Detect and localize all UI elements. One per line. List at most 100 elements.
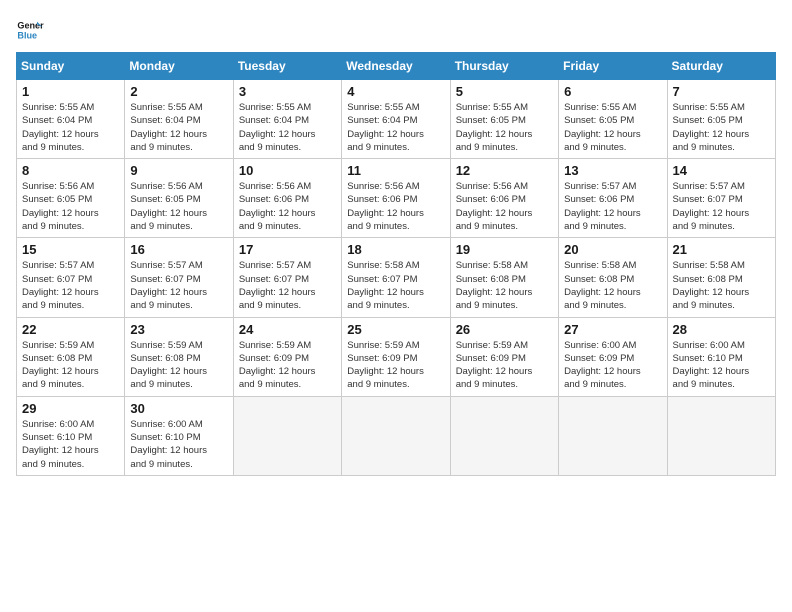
day-info: Sunrise: 6:00 AM Sunset: 6:10 PM Dayligh…	[130, 418, 227, 471]
calendar-cell: 5 Sunrise: 5:55 AM Sunset: 6:05 PM Daylig…	[450, 80, 558, 159]
day-info: Sunrise: 5:59 AM Sunset: 6:09 PM Dayligh…	[239, 339, 336, 392]
day-number: 4	[347, 84, 444, 99]
calendar-cell: 16 Sunrise: 5:57 AM Sunset: 6:07 PM Dayli…	[125, 238, 233, 317]
calendar-cell: 21Sunrise: 5:58 AM Sunset: 6:08 PM Dayli…	[667, 238, 775, 317]
day-number: 15	[22, 242, 119, 257]
calendar-cell: 26Sunrise: 5:59 AM Sunset: 6:09 PM Dayli…	[450, 317, 558, 396]
day-info: Sunrise: 5:59 AM Sunset: 6:08 PM Dayligh…	[22, 339, 119, 392]
day-number: 11	[347, 163, 444, 178]
day-info: Sunrise: 5:57 AM Sunset: 6:07 PM Dayligh…	[130, 259, 227, 312]
calendar-cell	[667, 396, 775, 475]
calendar-cell: 27 Sunrise: 6:00 AM Sunset: 6:09 PM Dayli…	[559, 317, 667, 396]
day-number: 30	[130, 401, 227, 416]
day-info: Sunrise: 5:58 AM Sunset: 6:08 PM Dayligh…	[456, 259, 553, 312]
day-of-week-header: Tuesday	[233, 53, 341, 80]
calendar-cell: 25 Sunrise: 5:59 AM Sunset: 6:09 PM Dayli…	[342, 317, 450, 396]
calendar-cell: 8 Sunrise: 5:56 AM Sunset: 6:05 PM Daylig…	[17, 159, 125, 238]
calendar-cell: 23 Sunrise: 5:59 AM Sunset: 6:08 PM Dayli…	[125, 317, 233, 396]
day-info: Sunrise: 5:57 AM Sunset: 6:07 PM Dayligh…	[239, 259, 336, 312]
day-number: 6	[564, 84, 661, 99]
day-info: Sunrise: 5:55 AM Sunset: 6:04 PM Dayligh…	[239, 101, 336, 154]
day-number: 27	[564, 322, 661, 337]
day-info: Sunrise: 5:59 AM Sunset: 6:08 PM Dayligh…	[130, 339, 227, 392]
calendar-cell: 29 Sunrise: 6:00 AM Sunset: 6:10 PM Dayli…	[17, 396, 125, 475]
calendar-week-row: 29 Sunrise: 6:00 AM Sunset: 6:10 PM Dayli…	[17, 396, 776, 475]
day-number: 5	[456, 84, 553, 99]
day-number: 20	[564, 242, 661, 257]
calendar-cell	[233, 396, 341, 475]
day-number: 29	[22, 401, 119, 416]
calendar-cell: 20 Sunrise: 5:58 AM Sunset: 6:08 PM Dayli…	[559, 238, 667, 317]
header: General Blue	[16, 16, 776, 44]
calendar-cell: 28 Sunrise: 6:00 AM Sunset: 6:10 PM Dayli…	[667, 317, 775, 396]
day-number: 9	[130, 163, 227, 178]
day-info: Sunrise: 5:59 AM Sunset: 6:09 PM Dayligh…	[456, 339, 553, 392]
day-number: 10	[239, 163, 336, 178]
calendar-cell: 12 Sunrise: 5:56 AM Sunset: 6:06 PM Dayli…	[450, 159, 558, 238]
day-number: 7	[673, 84, 770, 99]
day-number: 8	[22, 163, 119, 178]
day-info: Sunrise: 5:55 AM Sunset: 6:05 PM Dayligh…	[564, 101, 661, 154]
svg-text:Blue: Blue	[17, 30, 37, 40]
day-info: Sunrise: 5:56 AM Sunset: 6:06 PM Dayligh…	[239, 180, 336, 233]
day-number: 14	[673, 163, 770, 178]
day-info: Sunrise: 6:00 AM Sunset: 6:10 PM Dayligh…	[22, 418, 119, 471]
day-number: 12	[456, 163, 553, 178]
day-number: 13	[564, 163, 661, 178]
calendar-cell: 3Sunrise: 5:55 AM Sunset: 6:04 PM Daylig…	[233, 80, 341, 159]
day-info: Sunrise: 5:56 AM Sunset: 6:06 PM Dayligh…	[456, 180, 553, 233]
day-info: Sunrise: 5:55 AM Sunset: 6:05 PM Dayligh…	[673, 101, 770, 154]
calendar-cell: 11 Sunrise: 5:56 AM Sunset: 6:06 PM Dayli…	[342, 159, 450, 238]
day-number: 25	[347, 322, 444, 337]
calendar-cell: 19 Sunrise: 5:58 AM Sunset: 6:08 PM Dayli…	[450, 238, 558, 317]
day-number: 21	[673, 242, 770, 257]
day-of-week-header: Thursday	[450, 53, 558, 80]
day-of-week-header: Sunday	[17, 53, 125, 80]
day-number: 18	[347, 242, 444, 257]
calendar-week-row: 8 Sunrise: 5:56 AM Sunset: 6:05 PM Daylig…	[17, 159, 776, 238]
calendar-cell	[342, 396, 450, 475]
calendar-cell: 7 Sunrise: 5:55 AM Sunset: 6:05 PM Daylig…	[667, 80, 775, 159]
day-info: Sunrise: 5:58 AM Sunset: 6:08 PM Dayligh…	[564, 259, 661, 312]
calendar: SundayMondayTuesdayWednesdayThursdayFrid…	[16, 52, 776, 476]
day-of-week-header: Wednesday	[342, 53, 450, 80]
calendar-week-row: 1 Sunrise: 5:55 AM Sunset: 6:04 PM Daylig…	[17, 80, 776, 159]
day-number: 28	[673, 322, 770, 337]
day-number: 19	[456, 242, 553, 257]
day-number: 1	[22, 84, 119, 99]
day-of-week-header: Saturday	[667, 53, 775, 80]
day-info: Sunrise: 5:57 AM Sunset: 6:06 PM Dayligh…	[564, 180, 661, 233]
calendar-cell: 4 Sunrise: 5:55 AM Sunset: 6:04 PM Daylig…	[342, 80, 450, 159]
day-info: Sunrise: 6:00 AM Sunset: 6:10 PM Dayligh…	[673, 339, 770, 392]
calendar-cell: 14 Sunrise: 5:57 AM Sunset: 6:07 PM Dayli…	[667, 159, 775, 238]
calendar-cell: 10 Sunrise: 5:56 AM Sunset: 6:06 PM Dayli…	[233, 159, 341, 238]
logo: General Blue	[16, 16, 44, 44]
day-number: 23	[130, 322, 227, 337]
calendar-header-row: SundayMondayTuesdayWednesdayThursdayFrid…	[17, 53, 776, 80]
day-info: Sunrise: 5:59 AM Sunset: 6:09 PM Dayligh…	[347, 339, 444, 392]
calendar-cell: 22 Sunrise: 5:59 AM Sunset: 6:08 PM Dayli…	[17, 317, 125, 396]
day-info: Sunrise: 5:57 AM Sunset: 6:07 PM Dayligh…	[22, 259, 119, 312]
calendar-week-row: 15 Sunrise: 5:57 AM Sunset: 6:07 PM Dayli…	[17, 238, 776, 317]
day-number: 16	[130, 242, 227, 257]
day-info: Sunrise: 5:55 AM Sunset: 6:05 PM Dayligh…	[456, 101, 553, 154]
day-info: Sunrise: 5:56 AM Sunset: 6:06 PM Dayligh…	[347, 180, 444, 233]
day-info: Sunrise: 5:56 AM Sunset: 6:05 PM Dayligh…	[130, 180, 227, 233]
logo-icon: General Blue	[16, 16, 44, 44]
day-of-week-header: Friday	[559, 53, 667, 80]
day-number: 2	[130, 84, 227, 99]
calendar-cell: 30 Sunrise: 6:00 AM Sunset: 6:10 PM Dayli…	[125, 396, 233, 475]
day-info: Sunrise: 5:57 AM Sunset: 6:07 PM Dayligh…	[673, 180, 770, 233]
calendar-cell: 6 Sunrise: 5:55 AM Sunset: 6:05 PM Daylig…	[559, 80, 667, 159]
day-info: Sunrise: 5:55 AM Sunset: 6:04 PM Dayligh…	[347, 101, 444, 154]
calendar-cell: 15 Sunrise: 5:57 AM Sunset: 6:07 PM Dayli…	[17, 238, 125, 317]
day-of-week-header: Monday	[125, 53, 233, 80]
calendar-cell: 17Sunrise: 5:57 AM Sunset: 6:07 PM Dayli…	[233, 238, 341, 317]
calendar-cell: 18Sunrise: 5:58 AM Sunset: 6:07 PM Dayli…	[342, 238, 450, 317]
day-info: Sunrise: 6:00 AM Sunset: 6:09 PM Dayligh…	[564, 339, 661, 392]
day-info: Sunrise: 5:55 AM Sunset: 6:04 PM Dayligh…	[22, 101, 119, 154]
day-info: Sunrise: 5:56 AM Sunset: 6:05 PM Dayligh…	[22, 180, 119, 233]
calendar-cell: 24Sunrise: 5:59 AM Sunset: 6:09 PM Dayli…	[233, 317, 341, 396]
calendar-cell	[559, 396, 667, 475]
day-number: 22	[22, 322, 119, 337]
